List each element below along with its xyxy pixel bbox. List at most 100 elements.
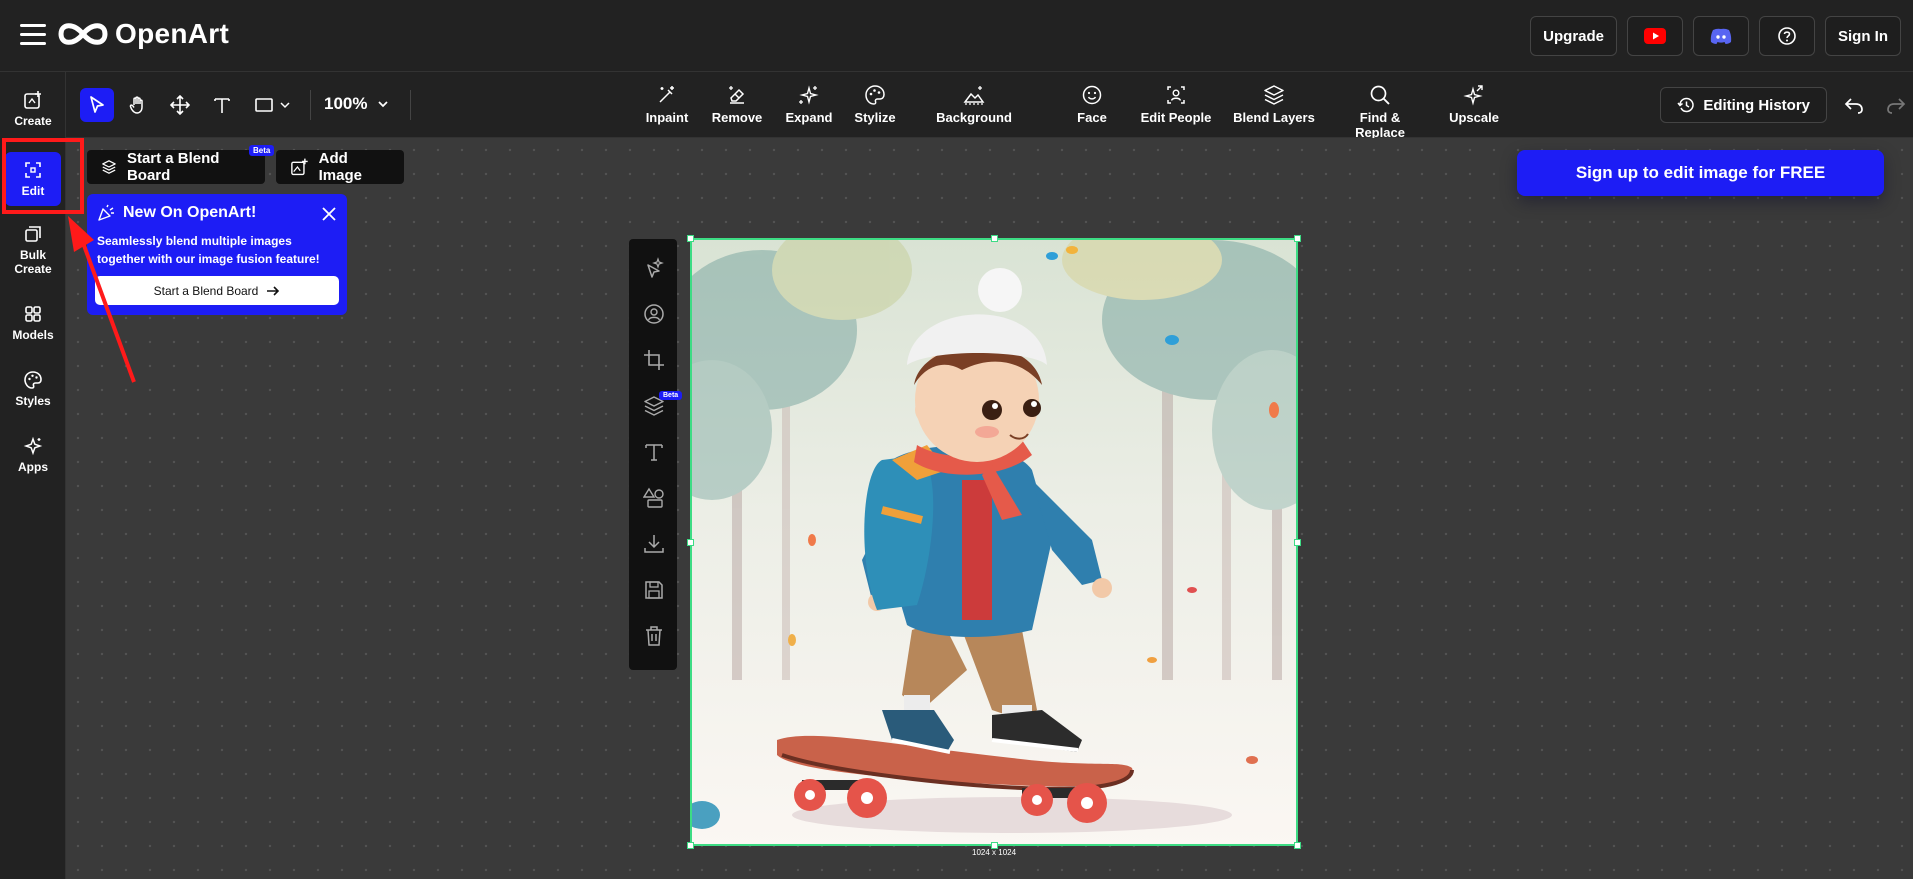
feature-label: Inpaint bbox=[645, 110, 689, 125]
feature-upscale[interactable]: Upscale bbox=[1446, 84, 1502, 125]
help-button[interactable] bbox=[1759, 16, 1815, 56]
sidebar-item-label: Create bbox=[14, 114, 52, 128]
zoom-value: 100% bbox=[324, 94, 368, 113]
models-icon bbox=[25, 306, 41, 322]
close-icon[interactable] bbox=[321, 206, 337, 222]
styles-icon bbox=[24, 371, 42, 389]
toolbar-divider bbox=[310, 90, 311, 120]
redo-icon[interactable] bbox=[1885, 94, 1907, 116]
youtube-button[interactable] bbox=[1627, 16, 1683, 56]
text-tool[interactable] bbox=[205, 88, 239, 122]
text-icon bbox=[214, 98, 230, 113]
crop-icon[interactable] bbox=[643, 349, 665, 371]
sidebar-item-create[interactable]: Create bbox=[5, 90, 61, 128]
rectangle-icon bbox=[255, 98, 273, 112]
image-tools-panel: Beta bbox=[629, 239, 683, 670]
sidebar-item-apps[interactable]: Apps bbox=[5, 436, 61, 474]
cursor-icon bbox=[90, 96, 104, 113]
feature-edit-people[interactable]: Edit People bbox=[1136, 84, 1216, 125]
resize-handle-top[interactable] bbox=[991, 235, 998, 242]
sidebar-item-label: Styles bbox=[15, 394, 51, 408]
search-icon bbox=[1370, 85, 1390, 105]
download-icon[interactable] bbox=[643, 533, 665, 555]
annotation-highlight-box bbox=[2, 138, 84, 214]
bulk-create-icon bbox=[25, 226, 41, 242]
pan-tool[interactable] bbox=[121, 88, 155, 122]
add-image-button[interactable]: Add Image bbox=[276, 150, 404, 184]
move-icon bbox=[170, 95, 190, 115]
edit-people-icon bbox=[1167, 86, 1185, 104]
face-icon bbox=[1082, 85, 1102, 105]
logo-text: OpenArt bbox=[115, 18, 230, 49]
resize-handle-right[interactable] bbox=[1294, 539, 1301, 546]
upgrade-button[interactable]: Upgrade bbox=[1530, 16, 1617, 56]
chevron-down-icon bbox=[280, 102, 290, 109]
feature-inpaint[interactable]: Inpaint bbox=[640, 84, 694, 125]
beta-badge: Beta bbox=[249, 145, 275, 156]
feature-expand[interactable]: Expand bbox=[784, 84, 834, 125]
zoom-select[interactable]: 100% bbox=[324, 94, 389, 114]
background-icon bbox=[963, 86, 985, 105]
feature-label: Edit People bbox=[1140, 110, 1212, 125]
history-icon bbox=[1677, 97, 1695, 113]
feature-label: Remove bbox=[711, 110, 763, 125]
feature-label: Find & Replace bbox=[1355, 110, 1405, 140]
face-select-icon[interactable] bbox=[643, 303, 665, 325]
resize-handle-bottom-left[interactable] bbox=[687, 842, 694, 849]
feature-label: Background bbox=[936, 110, 1012, 125]
popup-title: New On OpenArt! bbox=[123, 204, 257, 221]
trash-icon[interactable] bbox=[643, 625, 665, 647]
save-icon[interactable] bbox=[643, 579, 665, 601]
image-dimensions-label: 1024 x 1024 bbox=[972, 848, 1017, 857]
resize-handle-left[interactable] bbox=[687, 539, 694, 546]
editing-history-button[interactable]: Editing History bbox=[1660, 87, 1827, 123]
feature-label: Stylize bbox=[854, 110, 896, 125]
sidebar-item-models[interactable]: Models bbox=[5, 304, 61, 342]
resize-handle-top-right[interactable] bbox=[1294, 235, 1301, 242]
resize-handle-top-left[interactable] bbox=[687, 235, 694, 242]
toolbar-divider bbox=[410, 90, 411, 120]
sidebar-item-label: Apps bbox=[18, 460, 48, 474]
feature-background[interactable]: Background bbox=[924, 84, 1024, 125]
discord-button[interactable] bbox=[1693, 16, 1749, 56]
arrow-right-icon bbox=[267, 285, 280, 296]
resize-handle-bottom-right[interactable] bbox=[1294, 842, 1301, 849]
canvas-image[interactable] bbox=[690, 238, 1298, 846]
feature-find-replace[interactable]: Find & Replace bbox=[1334, 84, 1426, 140]
magic-select-icon[interactable] bbox=[643, 257, 665, 279]
undo-icon[interactable] bbox=[1843, 94, 1865, 116]
feature-label: Upscale bbox=[1449, 110, 1499, 125]
sign-in-button[interactable]: Sign In bbox=[1825, 16, 1901, 56]
logo[interactable]: OpenArt bbox=[57, 18, 229, 50]
feature-remove[interactable]: Remove bbox=[709, 84, 765, 125]
start-blend-board-button[interactable]: Start a Blend Board bbox=[87, 150, 265, 184]
feature-face[interactable]: Face bbox=[1072, 84, 1112, 125]
annotation-arrow bbox=[68, 216, 136, 383]
signup-button[interactable]: Sign up to edit image for FREE bbox=[1517, 150, 1884, 196]
select-tool[interactable] bbox=[80, 88, 114, 122]
help-icon bbox=[1778, 27, 1796, 45]
feature-stylize[interactable]: Stylize bbox=[850, 84, 900, 125]
layers-icon bbox=[102, 160, 116, 174]
boy-skateboard-illustration bbox=[692, 240, 1296, 844]
feature-blend-layers[interactable]: Blend Layers bbox=[1232, 84, 1316, 125]
shape-dropdown[interactable] bbox=[275, 88, 295, 122]
feature-label: Expand bbox=[785, 110, 833, 125]
sidebar-item-bulk-create[interactable]: Bulk Create bbox=[5, 224, 61, 276]
expand-icon bbox=[799, 85, 819, 105]
sidebar-item-label: Bulk Create bbox=[14, 248, 52, 276]
menu-icon[interactable] bbox=[20, 24, 46, 46]
upscale-icon bbox=[1463, 85, 1483, 106]
feature-label: Face bbox=[1077, 110, 1107, 125]
move-tool[interactable] bbox=[163, 88, 197, 122]
shapes-icon[interactable] bbox=[643, 487, 665, 509]
sidebar-item-label: Models bbox=[12, 328, 54, 342]
add-image-icon bbox=[291, 158, 308, 176]
sidebar-item-styles[interactable]: Styles bbox=[5, 370, 61, 408]
feature-label: Blend Layers bbox=[1233, 110, 1315, 125]
stylize-icon bbox=[865, 85, 885, 105]
create-icon bbox=[24, 91, 41, 109]
blend-layers-icon bbox=[1264, 85, 1284, 105]
text-icon[interactable] bbox=[643, 441, 665, 463]
chevron-down-icon bbox=[378, 101, 389, 108]
